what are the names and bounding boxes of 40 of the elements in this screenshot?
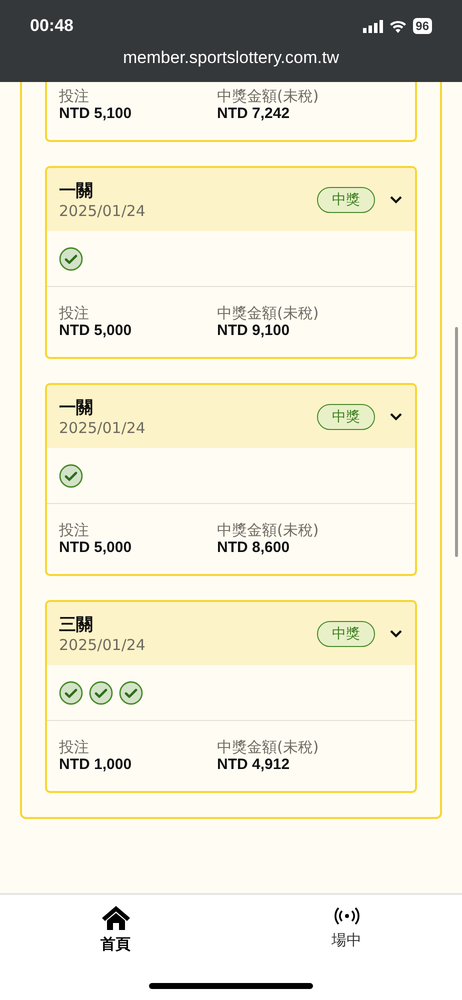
status-badge: 中獎 <box>317 404 375 430</box>
payout-label: 中獎金額(未稅) <box>217 521 320 539</box>
stake-amount: NTD 5,000 <box>59 322 133 340</box>
signal-icon <box>362 20 383 32</box>
expand-button[interactable] <box>389 628 403 638</box>
status-badge: 中獎 <box>317 620 375 646</box>
broadcast-icon <box>334 905 360 927</box>
chevron-icon <box>389 412 403 422</box>
chevron-icon <box>389 194 403 204</box>
battery-level: 96 <box>412 18 432 34</box>
status-badge: 中獎 <box>317 186 375 212</box>
status-time: 00:48 <box>30 16 74 36</box>
bet-type: 三關 <box>59 614 94 636</box>
nav-tab[interactable]: 首頁 <box>100 905 130 954</box>
stake-amount: NTD 5,100 <box>59 105 133 123</box>
address-url[interactable]: member.sportslottery.com.tw <box>122 48 340 68</box>
expand-button[interactable] <box>389 194 403 204</box>
payout-amount: NTD 7,242 <box>217 105 291 123</box>
payout-amount: NTD 4,912 <box>217 756 291 774</box>
bet-type: 一關 <box>59 180 94 202</box>
bet-type: 一關 <box>59 397 94 419</box>
bet-date: 2025/01/24 <box>59 419 146 437</box>
payout-label: 中獎金額(未稅) <box>217 304 320 322</box>
nav-tab[interactable]: 場中 <box>332 905 362 950</box>
bet-date: 2025/01/24 <box>59 202 146 220</box>
stake-label: 投注 <box>59 87 90 105</box>
stake-label: 投注 <box>59 521 90 539</box>
home-icon <box>100 905 130 931</box>
stake-label: 投注 <box>59 738 90 756</box>
stake-label: 投注 <box>59 304 90 322</box>
wifi-icon <box>388 20 407 32</box>
chevron-icon <box>389 628 403 638</box>
stake-amount: NTD 5,000 <box>59 539 133 557</box>
payout-amount: NTD 8,600 <box>217 539 291 557</box>
payout-label: 中獎金額(未稅) <box>217 738 320 756</box>
stake-amount: NTD 1,000 <box>59 756 133 774</box>
bet-date: 2025/01/24 <box>59 636 146 654</box>
expand-button[interactable] <box>389 412 403 422</box>
payout-amount: NTD 9,100 <box>217 322 291 340</box>
payout-label: 中獎金額(未稅) <box>217 87 320 105</box>
